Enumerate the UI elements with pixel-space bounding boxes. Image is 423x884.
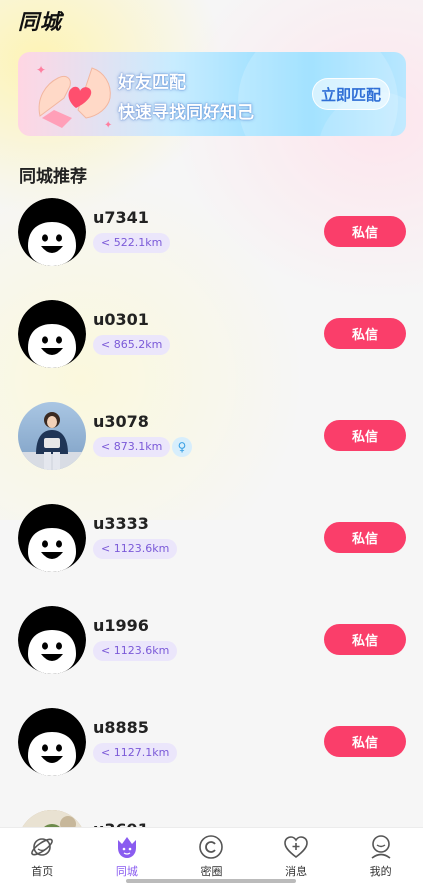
tab-nearby[interactable]: 同城 <box>85 828 170 884</box>
distance-badge: < 1123.6km <box>93 641 178 661</box>
list-item[interactable]: u8885 < 1127.1km 私信 <box>0 706 423 808</box>
page-title: 同城 <box>18 10 62 34</box>
svg-text:✦: ✦ <box>36 63 46 77</box>
tab-profile[interactable]: 我的 <box>338 828 423 884</box>
list-item[interactable]: u3078 < 873.1km ♀ 私信 <box>0 400 423 502</box>
username: u1996 <box>93 616 149 635</box>
distance-badge: < 1127.1km <box>93 743 178 763</box>
distance-badge: < 873.1km <box>93 437 171 457</box>
avatar[interactable] <box>18 504 86 572</box>
planet-icon <box>31 838 54 856</box>
tulip-icon <box>117 837 136 858</box>
tab-messages[interactable]: 消息 <box>254 828 339 884</box>
message-button[interactable]: 私信 <box>324 216 406 247</box>
profile-icon <box>371 835 391 859</box>
banner-title: 好友匹配 <box>118 73 186 93</box>
distance-badge: < 1123.6km <box>93 539 178 559</box>
tab-label: 密圈 <box>200 865 223 878</box>
list-item[interactable]: u1996 < 1123.6km 私信 <box>0 604 423 706</box>
username: u0301 <box>93 310 149 329</box>
match-banner[interactable]: ✦ ✦ 好友匹配 快速寻找同好知己 立即匹配 <box>18 52 406 136</box>
section-title: 同城推荐 <box>19 167 87 187</box>
heart-plus-icon <box>284 836 308 859</box>
tab-label: 我的 <box>369 865 392 878</box>
message-button[interactable]: 私信 <box>324 522 406 553</box>
heart-hands-icon: ✦ ✦ <box>36 63 112 131</box>
tab-label: 首页 <box>31 865 54 878</box>
banner-subtitle: 快速寻找同好知己 <box>118 103 254 123</box>
distance-badge: < 522.1km <box>93 233 171 253</box>
bottom-tab-bar: 首页 同城 密圈 消息 我的 <box>0 827 423 884</box>
distance-badge: < 865.2km <box>93 335 171 355</box>
list-item[interactable]: u7341 < 522.1km 私信 <box>0 196 423 298</box>
message-button[interactable]: 私信 <box>324 726 406 757</box>
avatar[interactable] <box>18 708 86 776</box>
circle-icon <box>199 835 224 859</box>
username: u8885 <box>93 718 149 737</box>
message-button[interactable]: 私信 <box>324 318 406 349</box>
match-now-button[interactable]: 立即匹配 <box>312 78 390 110</box>
header: 同城 <box>18 6 62 36</box>
tab-label: 同城 <box>115 865 138 878</box>
list-item[interactable]: u3333 < 1123.6km 私信 <box>0 502 423 604</box>
message-button[interactable]: 私信 <box>324 420 406 451</box>
username: u7341 <box>93 208 149 227</box>
home-indicator <box>126 879 296 883</box>
svg-text:✦: ✦ <box>104 120 112 131</box>
tab-label: 消息 <box>285 865 308 878</box>
username: u3078 <box>93 412 149 431</box>
avatar[interactable] <box>18 606 86 674</box>
tab-circle[interactable]: 密圈 <box>169 828 254 884</box>
female-icon: ♀ <box>172 437 192 457</box>
tab-home[interactable]: 首页 <box>0 828 85 884</box>
message-button[interactable]: 私信 <box>324 624 406 655</box>
list-item[interactable]: u0301 < 865.2km 私信 <box>0 298 423 400</box>
avatar[interactable] <box>18 300 86 368</box>
avatar[interactable] <box>18 198 86 266</box>
avatar[interactable] <box>18 402 86 470</box>
username: u3333 <box>93 514 149 533</box>
user-list: u7341 < 522.1km 私信 u0301 < 865.2km 私信 u3… <box>0 196 423 884</box>
